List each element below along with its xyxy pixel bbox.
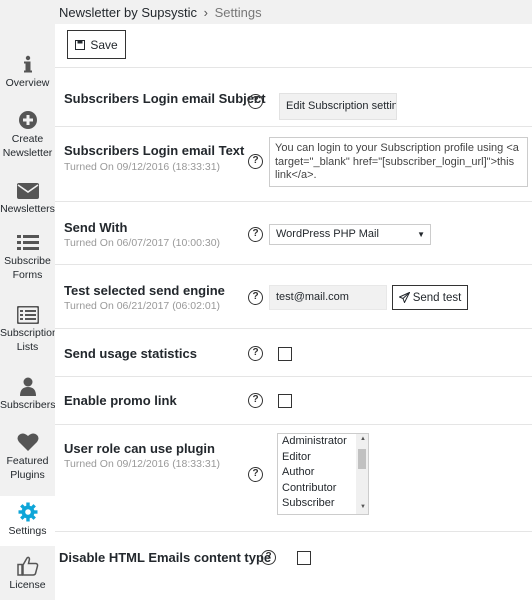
help-icon[interactable]: ? — [248, 346, 263, 361]
dropdown-arrow-icon: ▼ — [417, 230, 425, 239]
sidebar-item-overview[interactable]: Overview — [0, 54, 55, 98]
list-icon — [16, 235, 39, 250]
setting-status: Turned On 06/07/2017 (10:00:30) — [64, 237, 221, 249]
sidebar-item-create-newsletter[interactable]: Create Newsletter — [0, 110, 55, 166]
sidebar-item-label: Overview — [5, 77, 50, 89]
breadcrumb: Newsletter by Supsystic › Settings — [59, 5, 262, 20]
breadcrumb-current: Settings — [214, 5, 262, 20]
disable-html-checkbox[interactable] — [297, 551, 311, 565]
user-icon — [19, 377, 36, 396]
list-item[interactable]: Author — [278, 465, 368, 481]
thumbs-up-icon — [16, 556, 38, 576]
list-item[interactable]: Contributor — [278, 481, 368, 497]
breadcrumb-separator: › — [203, 5, 208, 20]
send-test-button[interactable]: Send test — [392, 285, 468, 310]
setting-row-disable-html: Disable HTML Emails content type ? — [55, 532, 532, 582]
sidebar-item-featured-plugins[interactable]: Featured Plugins — [0, 432, 55, 488]
test-email-input[interactable]: test@mail.com — [269, 285, 387, 310]
settings-panel: Save Subscribers Login email Subject ? E… — [55, 24, 532, 600]
sidebar-item-label: Subscription — [0, 327, 58, 339]
help-icon[interactable]: ? — [248, 154, 263, 169]
setting-label: Send usage statistics — [64, 346, 197, 361]
envelope-icon — [16, 183, 39, 199]
sidebar-item-label: Create — [11, 133, 44, 145]
sidebar-item-label: Subscribers — [0, 399, 56, 411]
setting-status: Turned On 09/12/2016 (18:33:31) — [64, 458, 221, 470]
sidebar-item-label-2: Lists — [16, 341, 39, 353]
setting-row-login-subject: Subscribers Login email Subject ? Edit S… — [55, 77, 532, 127]
sidebar-item-label-2: Plugins — [10, 469, 45, 481]
paper-plane-icon — [398, 292, 410, 303]
heart-icon — [17, 433, 38, 451]
sidebar: Overview Create Newsletter Newsletters S… — [0, 24, 58, 600]
sidebar-item-label: Newsletters — [0, 203, 55, 215]
help-icon[interactable]: ? — [248, 94, 263, 109]
list-alt-icon — [16, 306, 39, 324]
plus-circle-icon — [18, 111, 37, 129]
setting-label: Subscribers Login email Subject — [64, 91, 266, 106]
setting-label: User role can use plugin — [64, 441, 215, 456]
usage-stats-checkbox[interactable] — [278, 347, 292, 361]
save-button[interactable]: Save — [67, 30, 126, 59]
sidebar-item-newsletters[interactable]: Newsletters — [0, 182, 55, 224]
help-icon[interactable]: ? — [248, 227, 263, 242]
sidebar-item-settings[interactable]: Settings — [0, 496, 55, 546]
login-text-textarea[interactable]: You can login to your Subscription profi… — [269, 137, 528, 187]
setting-label: Subscribers Login email Text — [64, 143, 245, 158]
setting-row-login-text: Subscribers Login email Text Turned On 0… — [55, 127, 532, 202]
send-with-value: WordPress PHP Mail — [276, 228, 379, 240]
promo-link-checkbox[interactable] — [278, 394, 292, 408]
help-icon[interactable]: ? — [248, 467, 263, 482]
setting-label: Disable HTML Emails content type — [59, 550, 272, 565]
setting-status: Turned On 09/12/2016 (18:33:31) — [64, 161, 221, 173]
sidebar-item-label: Subscribe — [4, 255, 51, 267]
setting-status: Turned On 06/21/2017 (06:02:01) — [64, 300, 221, 312]
toolbar: Save — [55, 24, 532, 68]
info-icon — [23, 55, 32, 73]
sidebar-item-label-2: Newsletter — [2, 147, 53, 159]
setting-label: Send With — [64, 220, 128, 235]
setting-row-user-role: User role can use plugin Turned On 09/12… — [55, 425, 532, 532]
list-item[interactable]: Editor — [278, 450, 368, 466]
gear-icon — [18, 502, 37, 522]
scroll-up-icon[interactable]: ▲ — [360, 436, 366, 442]
setting-row-test-engine: Test selected send engine Turned On 06/2… — [55, 265, 532, 329]
sidebar-item-label: License — [9, 579, 46, 591]
sidebar-item-label-2: Forms — [12, 269, 43, 281]
sidebar-item-label: Settings — [8, 525, 47, 537]
sidebar-item-license[interactable]: License — [0, 556, 55, 600]
setting-row-promo-link: Enable promo link ? — [55, 377, 532, 425]
listbox-scrollbar[interactable] — [356, 434, 368, 514]
setting-row-usage-stats: Send usage statistics ? — [55, 329, 532, 377]
sidebar-item-subscription-lists[interactable]: Subscription Lists — [0, 306, 58, 362]
scroll-down-icon[interactable]: ▼ — [360, 504, 366, 510]
user-role-listbox[interactable]: Administrator Editor Author Contributor … — [277, 433, 369, 515]
setting-label: Test selected send engine — [64, 283, 225, 298]
scrollbar-thumb[interactable] — [358, 449, 366, 469]
list-item[interactable]: Subscriber — [278, 496, 368, 512]
setting-row-send-with: Send With Turned On 06/07/2017 (10:00:30… — [55, 202, 532, 265]
sidebar-item-label: Featured — [6, 455, 49, 467]
help-icon[interactable]: ? — [248, 393, 263, 408]
breadcrumb-plugin[interactable]: Newsletter by Supsystic — [59, 5, 197, 20]
list-item[interactable]: Administrator — [278, 434, 368, 450]
login-subject-field[interactable]: Edit Subscription settin — [279, 93, 397, 120]
help-icon[interactable]: ? — [261, 550, 276, 565]
send-test-label: Send test — [412, 291, 462, 304]
top-bar: Newsletter by Supsystic › Settings — [0, 0, 532, 24]
send-with-select[interactable]: WordPress PHP Mail ▼ — [269, 224, 431, 245]
help-icon[interactable]: ? — [248, 290, 263, 305]
floppy-disk-icon — [75, 39, 86, 50]
sidebar-item-subscribe-forms[interactable]: Subscribe Forms — [0, 234, 55, 290]
sidebar-item-subscribers[interactable]: Subscribers — [0, 376, 55, 420]
save-button-label: Save — [90, 37, 118, 52]
setting-label: Enable promo link — [64, 393, 177, 408]
